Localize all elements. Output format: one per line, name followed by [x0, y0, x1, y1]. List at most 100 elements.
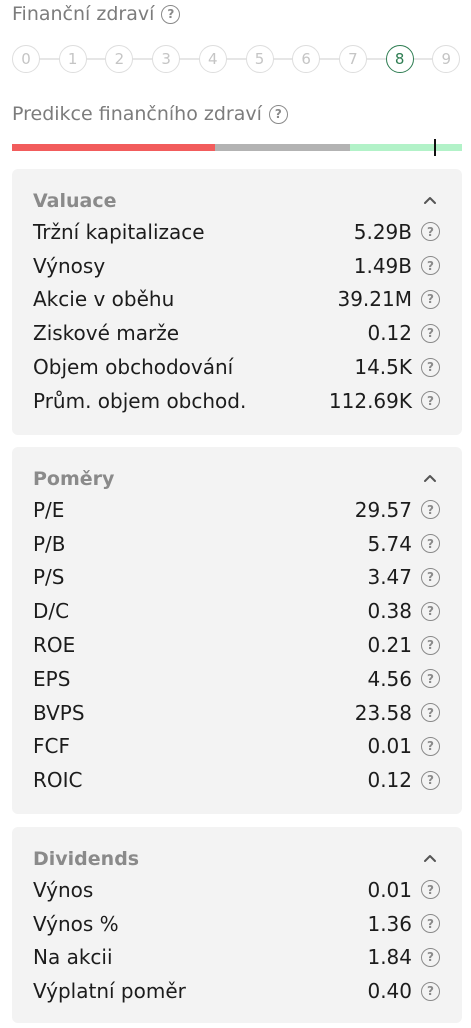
- scale-step-5: 5: [245, 45, 274, 73]
- valuation-title: Valuace: [33, 189, 117, 212]
- chevron-up-icon[interactable]: [420, 193, 440, 209]
- help-icon[interactable]: ?: [421, 534, 440, 554]
- dividends-card-header[interactable]: Dividends: [33, 844, 440, 873]
- scale-step-7: 7: [338, 45, 367, 73]
- row-value: 112.69K: [328, 388, 412, 413]
- help-icon[interactable]: ?: [421, 947, 440, 967]
- row-label: P/E: [33, 497, 65, 522]
- help-icon[interactable]: ?: [268, 104, 288, 124]
- help-icon[interactable]: ?: [421, 736, 440, 756]
- row-value: 1.36: [367, 911, 412, 936]
- dividends-title: Dividends: [33, 847, 140, 870]
- row-label: Na akcii: [33, 945, 113, 970]
- scale-step-2: 2: [105, 45, 134, 73]
- chevron-up-icon[interactable]: [420, 851, 440, 867]
- help-icon[interactable]: ?: [421, 222, 440, 242]
- dividends-row: Na akcii 1.84?: [33, 941, 440, 975]
- row-label: Výnos: [33, 877, 94, 902]
- prediction-marker: [434, 139, 436, 156]
- row-value: 14.5K: [354, 355, 412, 380]
- prediction-title: Predikce finančního zdraví: [12, 103, 262, 125]
- dividends-row: Výnos % 1.36?: [33, 907, 440, 941]
- row-value: 0.12: [367, 321, 412, 346]
- row-label: ROE: [33, 633, 76, 658]
- financial-health-title: Finanční zdraví: [12, 3, 155, 25]
- row-label: Prům. objem obchod.: [33, 388, 247, 413]
- help-icon[interactable]: ?: [421, 703, 440, 723]
- valuation-row: Ziskové marže 0.12?: [33, 316, 440, 350]
- help-icon[interactable]: ?: [421, 880, 440, 900]
- prediction-segment-negative: [12, 144, 215, 151]
- row-label: Objem obchodování: [33, 355, 234, 380]
- prediction-bar: [12, 139, 462, 156]
- row-label: Ziskové marže: [33, 321, 180, 346]
- help-icon[interactable]: ?: [421, 770, 440, 790]
- scale-step-9: 9: [432, 45, 461, 73]
- row-label: P/B: [33, 531, 66, 556]
- ratios-row: FCF 0.01?: [33, 730, 440, 764]
- row-value: 23.58: [354, 700, 412, 725]
- scale-step-4: 4: [198, 45, 227, 73]
- help-icon[interactable]: ?: [421, 391, 440, 411]
- row-value: 0.01: [367, 734, 412, 759]
- row-value: 1.49B: [353, 253, 412, 278]
- scale-step-3: 3: [152, 45, 181, 73]
- valuation-row: Tržní kapitalizace 5.29B?: [33, 215, 440, 249]
- valuation-row: Prům. objem obchod. 112.69K?: [33, 384, 440, 418]
- dividends-row: Výplatní poměr 0.40?: [33, 974, 440, 1008]
- valuation-card-header[interactable]: Valuace: [33, 186, 440, 215]
- valuation-card: Valuace Tržní kapitalizace 5.29B? Výnosy 1.…: [12, 169, 462, 435]
- help-icon[interactable]: ?: [421, 323, 440, 343]
- row-label: Výnosy: [33, 253, 106, 278]
- help-icon[interactable]: ?: [421, 914, 440, 934]
- help-icon[interactable]: ?: [421, 256, 440, 276]
- ratios-card: Poměry P/E 29.57? P/B 5.74? P/S 3.47? D/C 0.38?…: [12, 447, 462, 814]
- prediction-header: Predikce finančního zdraví ?: [12, 103, 288, 125]
- ratios-row: P/S 3.47?: [33, 561, 440, 595]
- row-value: 5.74: [367, 531, 412, 556]
- scale-step-6: 6: [292, 45, 321, 73]
- chevron-up-icon[interactable]: [420, 471, 440, 487]
- financial-health-scale: 0123456789: [12, 45, 464, 73]
- ratios-row: BVPS 23.58?: [33, 696, 440, 730]
- help-icon[interactable]: ?: [421, 635, 440, 655]
- row-label: BVPS: [33, 700, 85, 725]
- row-value: 5.29B: [353, 219, 412, 244]
- valuation-rows: Tržní kapitalizace 5.29B? Výnosy 1.49B? Akci…: [33, 215, 440, 418]
- ratios-row: ROE 0.21?: [33, 628, 440, 662]
- row-value: 0.01: [367, 877, 412, 902]
- row-label: Tržní kapitalizace: [33, 219, 205, 244]
- valuation-row: Výnosy 1.49B?: [33, 249, 440, 283]
- row-label: Akcie v oběhu: [33, 287, 175, 312]
- ratios-title: Poměry: [33, 467, 115, 490]
- help-icon[interactable]: ?: [421, 500, 440, 520]
- row-label: P/S: [33, 565, 65, 590]
- help-icon[interactable]: ?: [421, 601, 440, 621]
- prediction-segment-positive: [350, 144, 462, 151]
- row-label: FCF: [33, 734, 70, 759]
- scale-step-0: 0: [12, 45, 40, 73]
- row-value: 39.21M: [337, 287, 412, 312]
- row-value: 1.84: [367, 945, 412, 970]
- ratios-card-header[interactable]: Poměry: [33, 464, 440, 493]
- dividends-rows: Výnos 0.01? Výnos % 1.36? Na akcii 1.84? Výpla…: [33, 873, 440, 1008]
- ratios-row: P/E 29.57?: [33, 493, 440, 527]
- row-label: EPS: [33, 666, 71, 691]
- row-label: D/C: [33, 599, 70, 624]
- scale-step-8: 8: [385, 45, 414, 73]
- help-icon[interactable]: ?: [421, 981, 440, 1001]
- help-icon[interactable]: ?: [421, 289, 440, 309]
- dividends-card: Dividends Výnos 0.01? Výnos % 1.36? Na akcii…: [12, 827, 462, 1023]
- row-value: 0.40: [367, 979, 412, 1004]
- help-icon[interactable]: ?: [421, 669, 440, 689]
- help-icon[interactable]: ?: [421, 357, 440, 377]
- prediction-segment-neutral: [215, 144, 350, 151]
- ratios-rows: P/E 29.57? P/B 5.74? P/S 3.47? D/C 0.38? ROE 0.21…: [33, 493, 440, 797]
- help-icon[interactable]: ?: [161, 4, 181, 24]
- valuation-row: Objem obchodování 14.5K?: [33, 350, 440, 384]
- help-icon[interactable]: ?: [421, 567, 440, 587]
- row-value: 0.38: [367, 599, 412, 624]
- row-label: ROIC: [33, 768, 83, 793]
- row-value: 3.47: [367, 565, 412, 590]
- ratios-row: EPS 4.56?: [33, 662, 440, 696]
